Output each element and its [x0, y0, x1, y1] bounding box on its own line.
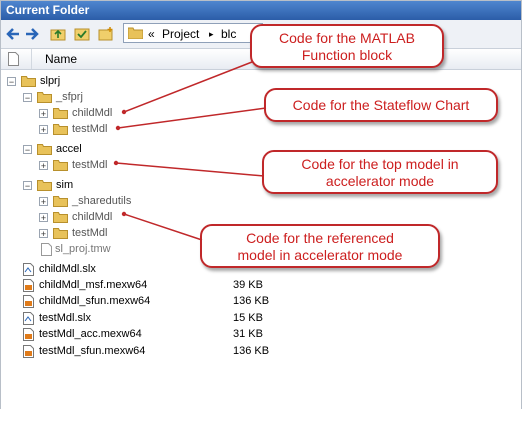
file-row[interactable]: testMdl_sfun.mexw64 136 KB	[1, 343, 301, 359]
file-icon	[41, 243, 52, 256]
file-type-column-icon	[8, 52, 19, 66]
file-name: childMdl_msf.mexw64	[39, 279, 148, 291]
tree-row-label: _sfprj	[56, 91, 83, 103]
tree-row-childmdl[interactable]: + childMdl	[1, 209, 241, 225]
mex-file-icon	[23, 295, 34, 308]
folder-icon	[53, 196, 68, 207]
simulink-model-icon	[23, 312, 34, 325]
simulink-model-icon	[23, 263, 34, 276]
callout-top-model: Code for the top model in accelerator mo…	[262, 150, 498, 194]
folder-icon	[37, 180, 52, 191]
tree-row-label: accel	[56, 143, 82, 155]
file-row[interactable]: childMdl_sfun.mexw64 136 KB	[1, 293, 301, 309]
tree-row-sharedutils[interactable]: + _sharedutils	[1, 193, 241, 209]
tree-row-label: slprj	[40, 75, 61, 87]
browse-folder-icon[interactable]	[73, 25, 91, 43]
callout-referenced-model: Code for the referenced model in acceler…	[200, 224, 440, 268]
collapse-toggle-icon[interactable]: −	[23, 181, 32, 191]
mex-file-icon	[23, 345, 34, 358]
callout-stateflow: Code for the Stateflow Chart	[264, 88, 498, 122]
tree-row-sfprj[interactable]: − _sfprj	[1, 89, 241, 105]
panel-title: Current Folder	[1, 1, 521, 20]
file-name: testMdl_sfun.mexw64	[39, 345, 146, 357]
up-folder-icon[interactable]	[49, 25, 67, 43]
folder-icon	[21, 76, 36, 87]
folder-icon	[53, 160, 68, 171]
folder-icon	[37, 92, 52, 103]
path-segment-tail[interactable]: blc	[221, 24, 236, 44]
file-name: childMdl_sfun.mexw64	[39, 295, 151, 307]
expand-toggle-icon[interactable]: +	[39, 229, 48, 239]
column-name[interactable]: Name	[45, 49, 77, 69]
tree-row-label: sim	[56, 179, 74, 191]
expand-toggle-icon[interactable]: +	[39, 213, 48, 223]
path-segment-project[interactable]: Project	[162, 24, 199, 44]
tree-row-label: testMdl	[72, 227, 108, 239]
folder-icon	[53, 228, 68, 239]
path-separator[interactable]: ▸	[209, 24, 214, 44]
forward-arrow-icon[interactable]	[23, 25, 41, 43]
path-prefix[interactable]: «	[148, 24, 155, 44]
folder-icon	[37, 144, 52, 155]
tree-row-label: testMdl	[72, 123, 108, 135]
expand-toggle-icon[interactable]: +	[39, 109, 48, 119]
address-bar[interactable]: « Project ▸ blc	[123, 23, 263, 43]
tree-row-sim[interactable]: − sim	[1, 177, 241, 193]
expand-toggle-icon[interactable]: +	[39, 161, 48, 171]
back-arrow-icon[interactable]	[4, 25, 22, 43]
collapse-toggle-icon[interactable]: −	[23, 145, 32, 155]
file-size: 31 KB	[233, 328, 263, 340]
file-size: 136 KB	[233, 345, 270, 357]
file-row[interactable]: childMdl_msf.mexw64 39 KB	[1, 277, 301, 293]
file-name: testMdl_acc.mexw64	[39, 328, 142, 340]
mex-file-icon	[23, 328, 34, 341]
folder-icon	[53, 108, 68, 119]
tree-row-label: childMdl	[72, 211, 113, 223]
tree-row-slprj[interactable]: − slprj	[1, 73, 241, 89]
tree-row-label: _sharedutils	[72, 195, 132, 207]
expand-toggle-icon[interactable]: +	[39, 125, 48, 135]
tree-row-label: testMdl	[72, 159, 108, 171]
folder-icon	[53, 212, 68, 223]
file-row[interactable]: testMdl.slx 15 KB	[1, 310, 301, 326]
new-folder-icon[interactable]	[97, 25, 115, 43]
folder-icon	[53, 124, 68, 135]
tree-row-label: childMdl	[72, 107, 113, 119]
collapse-toggle-icon[interactable]: −	[7, 77, 16, 87]
expand-toggle-icon[interactable]: +	[39, 197, 48, 207]
file-row[interactable]: testMdl_acc.mexw64 31 KB	[1, 326, 301, 342]
folder-icon	[128, 27, 143, 39]
file-name: childMdl.slx	[39, 263, 96, 275]
tree-row-childmdl[interactable]: + childMdl	[1, 105, 241, 121]
mex-file-icon	[23, 279, 34, 292]
tree-row-label: sl_proj.tmw	[55, 243, 111, 255]
file-name: testMdl.slx	[39, 312, 91, 324]
file-size: 136 KB	[233, 295, 270, 307]
tree-row-testmdl[interactable]: + testMdl	[1, 121, 241, 137]
tree-row-testmdl[interactable]: + testMdl	[1, 157, 241, 173]
file-size: 15 KB	[233, 312, 263, 324]
collapse-toggle-icon[interactable]: −	[23, 93, 32, 103]
callout-matlab-function: Code for the MATLAB Function block	[250, 24, 444, 68]
file-size: 39 KB	[233, 279, 263, 291]
tree-row-accel[interactable]: − accel	[1, 141, 241, 157]
